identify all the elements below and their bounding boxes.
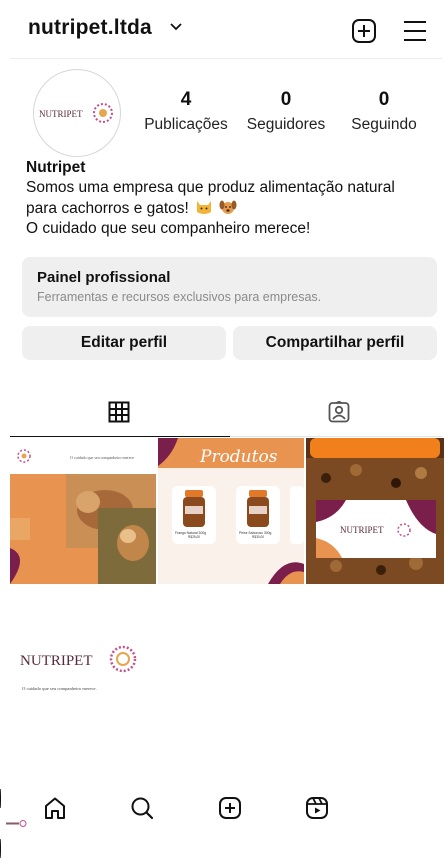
username-title[interactable]: nutripet.ltda	[28, 16, 152, 40]
stat-posts[interactable]: 4 Publicações	[138, 89, 234, 134]
post-thumbnail-1[interactable]: O cuidado que seu companheiro merece	[10, 438, 156, 584]
grid-icon[interactable]	[108, 401, 130, 423]
bio-line-1: Somos uma empresa que produz alimentação…	[26, 179, 395, 196]
dog-emoji-icon	[219, 198, 237, 216]
profile-name: Nutripet	[26, 159, 86, 176]
following-count: 0	[378, 89, 390, 110]
avatar[interactable]: NUTRIPET	[33, 69, 121, 157]
header-divider	[10, 58, 442, 59]
post4-caption: O cuidado que seu companheiro merece.	[22, 686, 97, 691]
chevron-down-icon[interactable]	[170, 22, 182, 32]
stat-following[interactable]: 0 Seguindo	[342, 89, 426, 134]
reels-icon[interactable]	[305, 796, 329, 820]
avatar-logo-text: NUTRIPET	[39, 109, 83, 119]
post1-caption: O cuidado que seu companheiro merece	[70, 455, 134, 460]
panel-subtitle: Ferramentas e recursos exclusivos para e…	[37, 290, 322, 304]
home-icon[interactable]	[43, 796, 67, 820]
posts-label: Publicações	[144, 116, 228, 133]
bottom-navigation	[0, 789, 445, 858]
following-label: Seguindo	[351, 116, 417, 133]
posts-count: 4	[180, 89, 192, 110]
post2-item1-price: R$25,00	[188, 535, 200, 539]
tab-divider	[230, 436, 442, 437]
new-post-icon[interactable]	[351, 18, 377, 44]
post-thumbnail-2[interactable]: Produtos Frango Natural 300g R$25,00 Pei…	[158, 438, 304, 584]
post4-logo-text: NUTRIPET	[20, 653, 93, 669]
hamburger-menu-icon[interactable]	[403, 20, 427, 42]
post2-title: Produtos	[199, 447, 278, 467]
post-thumbnail-4[interactable]: NUTRIPET O cuidado que seu companheiro m…	[10, 586, 156, 732]
bio-line-2: para cachorros e gatos!	[26, 198, 436, 219]
bio-line-2-text: para cachorros e gatos!	[26, 200, 189, 217]
panel-title: Painel profissional	[37, 269, 171, 286]
create-post-icon[interactable]	[218, 796, 242, 820]
stat-followers[interactable]: 0 Seguidores	[238, 89, 334, 134]
edit-profile-button[interactable]: Editar perfil	[22, 326, 226, 360]
cat-emoji-icon	[195, 198, 213, 216]
active-tab-indicator	[10, 436, 230, 437]
followers-label: Seguidores	[246, 116, 326, 133]
profile-bio: Nutripet Somos uma empresa que produz al…	[26, 158, 436, 239]
followers-count: 0	[280, 89, 292, 110]
tagged-user-icon[interactable]	[328, 401, 350, 423]
post2-item2-price: R$30,00	[252, 535, 264, 539]
bio-line-3: O cuidado que seu companheiro merece!	[26, 220, 311, 237]
top-bar: nutripet.ltda	[0, 0, 445, 58]
professional-dashboard-panel[interactable]: Painel profissional Ferramentas e recurs…	[22, 257, 437, 317]
post3-logo-text: NUTRIPET	[340, 525, 384, 535]
search-icon[interactable]	[130, 796, 154, 820]
share-profile-button[interactable]: Compartilhar perfil	[233, 326, 437, 360]
post-thumbnail-3[interactable]: NUTRIPET	[306, 438, 444, 584]
